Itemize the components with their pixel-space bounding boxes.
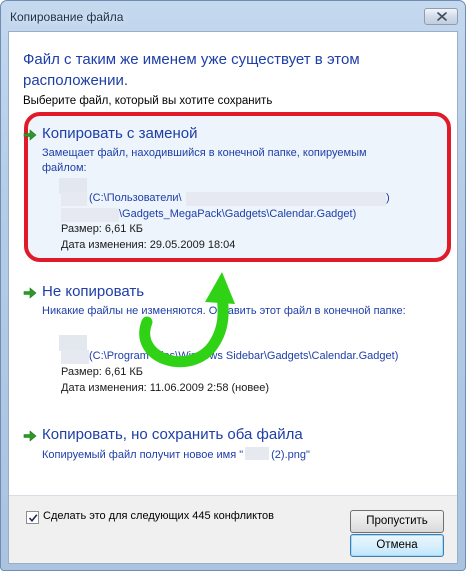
apply-to-all-label[interactable]: Сделать это для следующих 445 конфликтов xyxy=(43,510,274,522)
apply-to-all-checkbox[interactable] xyxy=(26,511,39,524)
option-description: Копируемый файл получит новое имя " (2).p… xyxy=(42,447,412,463)
file-modified-date: Дата изменения: 11.06.2009 2:58 (новее) xyxy=(61,382,269,394)
skip-button[interactable]: Пропустить xyxy=(350,510,444,533)
file-path-close: ) xyxy=(386,192,390,204)
dialog-subheading: Выберите файл, который вы хотите сохрани… xyxy=(23,95,273,107)
redacted-filename xyxy=(61,192,87,206)
dialog-heading: Файл с таким же именем уже существует в … xyxy=(23,51,360,89)
redacted-filename xyxy=(245,447,270,460)
file-size: Размер: 6,61 КБ xyxy=(61,223,144,235)
dialog-content: Файл с таким же именем уже существует в … xyxy=(8,31,458,564)
option-title: Копировать с заменой xyxy=(42,125,198,142)
close-button[interactable] xyxy=(424,8,458,25)
green-curved-arrow-icon xyxy=(139,272,235,368)
file-path-prefix: (C:\Пользователи\ xyxy=(89,192,182,204)
redacted-filename xyxy=(61,350,89,364)
option-description: Замещает файл, находившийся в конечной п… xyxy=(42,147,367,174)
green-right-arrow-icon xyxy=(23,430,37,442)
green-right-arrow-icon xyxy=(23,287,37,299)
green-right-arrow-icon xyxy=(23,129,37,141)
file-path-rest: \Gadgets_MegaPack\Gadgets\Calendar.Gadge… xyxy=(119,208,357,220)
checkmark-icon xyxy=(28,514,38,523)
copy-file-dialog: Копирование файла Файл с таким же именем… xyxy=(0,0,466,571)
rename-prefix: Копируемый файл получит новое имя " xyxy=(42,449,244,461)
file-thumbnail xyxy=(59,335,87,351)
option-title: Копировать, но сохранить оба файла xyxy=(42,426,303,443)
file-modified-date: Дата изменения: 29.05.2009 18:04 xyxy=(61,239,236,251)
title-bar[interactable]: Копирование файла xyxy=(1,1,465,33)
cancel-button[interactable]: Отмена xyxy=(350,534,444,557)
close-icon xyxy=(437,12,447,21)
redacted-path-segment xyxy=(61,208,119,222)
window-title: Копирование файла xyxy=(10,10,124,24)
rename-suffix: (2).png" xyxy=(271,449,310,461)
redacted-path-segment xyxy=(186,192,386,206)
